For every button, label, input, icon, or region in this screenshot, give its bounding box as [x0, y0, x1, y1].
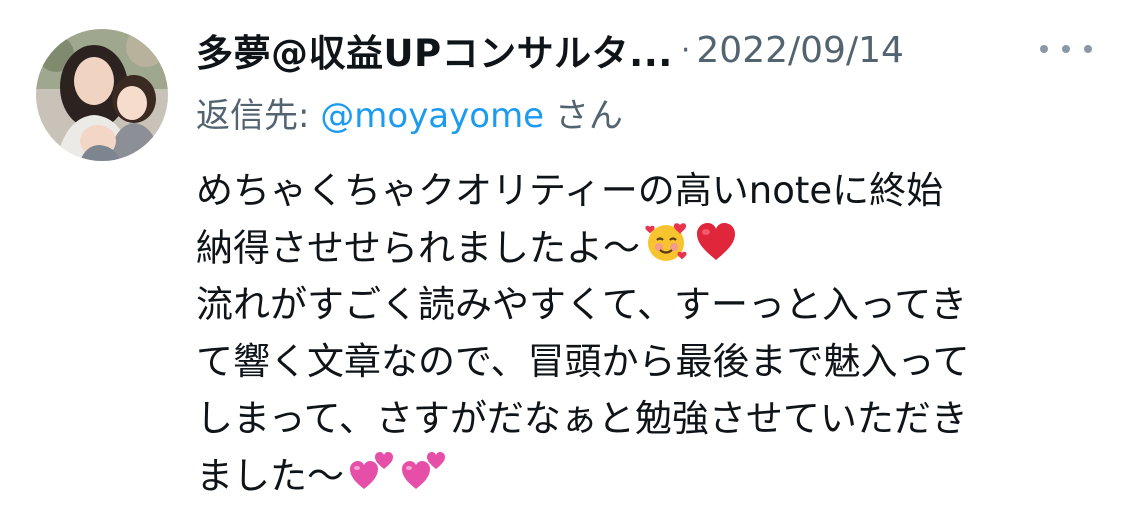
two-hearts-icon: [348, 447, 396, 509]
smiling-face-with-hearts-icon: [644, 219, 690, 281]
tweet-line-4: て響く文章なので、冒頭から最後まで魅入って: [196, 340, 970, 383]
more-dot: [1084, 45, 1092, 53]
reply-prefix: 返信先:: [196, 96, 321, 136]
tweet-line-5: しまって、さすがだなぁと勉強させていただき: [196, 397, 968, 440]
tweet-line-1: めちゃくちゃクオリティーの高いnoteに終始: [196, 169, 944, 212]
more-dot: [1040, 45, 1048, 53]
tweet-line-3: 流れがすごく読みやすくて、すーっと入ってき: [196, 283, 968, 326]
avatar-photo-icon: [36, 29, 168, 161]
reply-handle-link[interactable]: @moyayome: [320, 96, 544, 136]
more-options-icon[interactable]: [1040, 34, 1092, 64]
tweet-line-2-text: 納得させせられましたよ〜: [196, 226, 640, 270]
separator-dot: ·: [680, 32, 691, 68]
red-heart-icon: [694, 220, 738, 280]
tweet-line-6-text: ました〜: [196, 454, 344, 498]
tweet-body: めちゃくちゃクオリティーの高いnoteに終始 納得させせられましたよ〜 流れがす…: [196, 162, 1096, 504]
avatar[interactable]: [36, 29, 168, 161]
reply-suffix: さん: [544, 96, 623, 136]
two-hearts-icon: [400, 447, 448, 509]
tweet-card[interactable]: 多夢@収益UPコンサルタ... · 2022/09/14 返信先: @moyay…: [0, 0, 1125, 505]
reply-context: 返信先: @moyayome さん: [196, 88, 623, 137]
tweet-line-6: ました〜: [196, 447, 1096, 504]
tweet-header: 多夢@収益UPコンサルタ... · 2022/09/14: [196, 23, 904, 77]
tweet-line-2: 納得させせられましたよ〜: [196, 219, 1096, 276]
display-name[interactable]: 多夢@収益UPコンサルタ...: [196, 23, 673, 77]
more-dot: [1062, 45, 1070, 53]
tweet-date[interactable]: 2022/09/14: [696, 30, 904, 71]
